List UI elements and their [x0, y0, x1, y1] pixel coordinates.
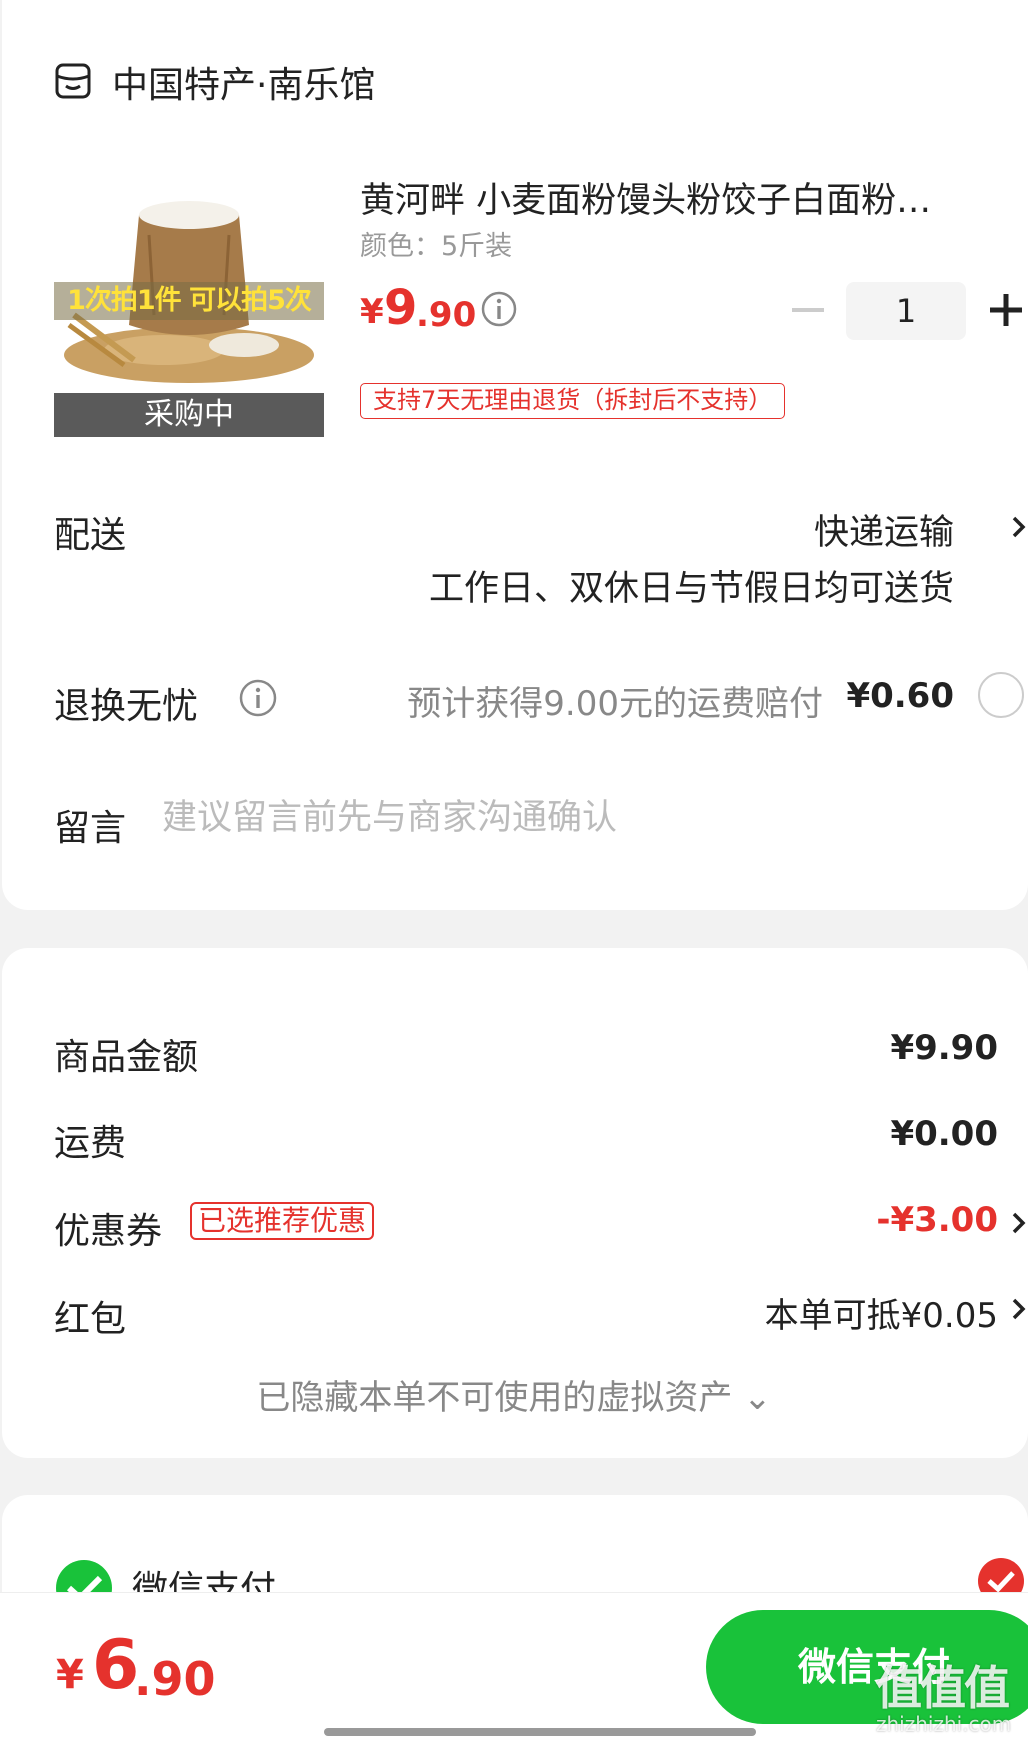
return-policy-badge: 支持7天无理由退货（拆封后不支持）	[360, 383, 786, 419]
price-decimal: .90	[416, 295, 477, 335]
hidden-assets-toggle[interactable]: 已隐藏本单不可使用的虚拟资产 ⌄	[0, 1370, 1028, 1419]
chevron-right-icon[interactable]	[1010, 1294, 1028, 1324]
price-currency: ¥	[360, 292, 384, 332]
order-card	[2, 0, 1028, 910]
return-insurance-radio[interactable]	[978, 672, 1024, 718]
product-variant[interactable]: 颜色：5斤装	[360, 224, 512, 263]
red-packet-value[interactable]: 本单可抵¥0.05	[765, 1288, 998, 1337]
delivery-label: 配送	[54, 515, 127, 556]
coupon-label: 优惠券	[54, 1211, 163, 1252]
delivery-schedule: 工作日、双休日与节假日均可送货	[428, 569, 954, 609]
purchase-status-label: 采购中	[54, 393, 324, 437]
coupon-value[interactable]: -¥3.00	[876, 1200, 998, 1240]
return-insurance-price: ¥0.60	[846, 676, 954, 716]
store-icon	[55, 63, 91, 99]
goods-amount-value: ¥9.90	[890, 1028, 998, 1068]
chevron-right-icon[interactable]	[1010, 512, 1028, 542]
return-insurance-description: 预计获得9.00元的运费赔付	[407, 684, 823, 724]
coupon-badge: 已选推荐优惠	[190, 1202, 375, 1240]
home-indicator[interactable]	[324, 1728, 756, 1736]
product-image[interactable]: 1次拍1件 可以拍5次 采购中	[54, 185, 324, 437]
chevron-right-icon[interactable]	[1010, 1208, 1028, 1238]
price-integer: 9	[384, 280, 418, 336]
quantity-minus-button[interactable]	[788, 290, 828, 330]
total-currency: ¥	[56, 1652, 84, 1698]
quantity-plus-button[interactable]	[986, 290, 1026, 330]
product-title[interactable]: 黄河畔 小麦面粉馒头粉饺子白面粉…	[360, 172, 1000, 223]
info-icon[interactable]	[238, 678, 278, 718]
total-decimal: .90	[134, 1652, 216, 1706]
watermark-url: zhizhizhi.com	[876, 1712, 1012, 1736]
promo-banner: 1次拍1件 可以拍5次	[54, 282, 324, 320]
watermark-logo: 值值值	[876, 1661, 1010, 1715]
return-insurance-label: 退换无忧	[54, 686, 199, 727]
shipping-fee-value: ¥0.00	[890, 1114, 998, 1154]
quantity-input[interactable]: 1	[846, 282, 966, 340]
store-name[interactable]: 中国特产·南乐馆	[112, 56, 375, 108]
delivery-method[interactable]: 快递运输	[814, 504, 954, 555]
total-integer: 6	[92, 1626, 140, 1705]
note-input[interactable]	[162, 796, 1002, 840]
shipping-fee-label: 运费	[54, 1123, 127, 1164]
red-packet-label: 红包	[54, 1299, 127, 1340]
info-icon[interactable]	[480, 290, 518, 328]
goods-amount-label: 商品金额	[54, 1037, 199, 1078]
note-label: 留言	[54, 808, 127, 849]
